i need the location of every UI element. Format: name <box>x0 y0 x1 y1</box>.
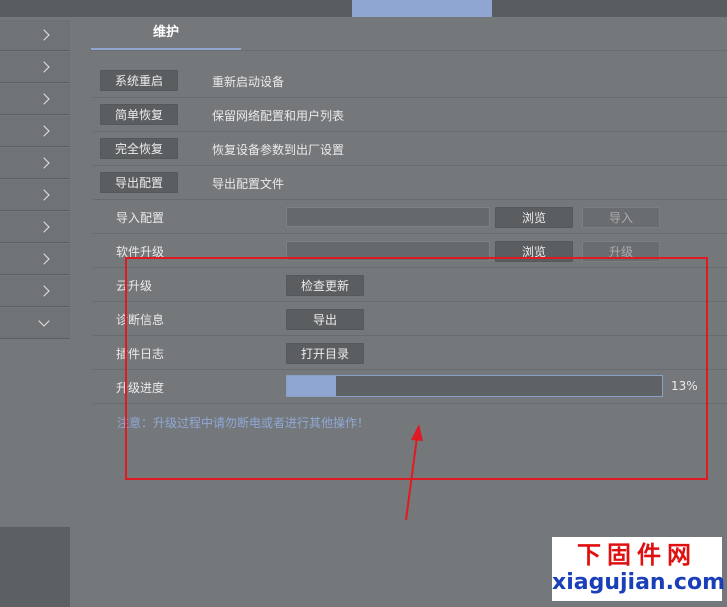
chevron-right-icon <box>38 93 50 105</box>
sidebar <box>0 17 70 607</box>
reboot-row: 系统重启 重新启动设备 <box>93 64 727 98</box>
reboot-button[interactable]: 系统重启 <box>100 70 178 91</box>
import-config-label: 导入配置 <box>116 211 165 225</box>
import-button[interactable]: 导入 <box>582 207 660 228</box>
firmware-browse-button[interactable]: 浏览 <box>495 241 573 262</box>
chevron-down-icon <box>38 315 50 327</box>
chevron-right-icon <box>38 221 50 233</box>
simple-restore-row: 简单恢复 保留网络配置和用户列表 <box>93 98 727 132</box>
chevron-right-icon <box>38 157 50 169</box>
cloud-upgrade-label: 云升级 <box>116 279 153 293</box>
upgrade-progress-label: 升级进度 <box>116 381 165 395</box>
export-diagnostics-button[interactable]: 导出 <box>286 309 364 330</box>
tab-divider <box>91 50 727 51</box>
firmware-upgrade-label: 软件升级 <box>116 245 165 259</box>
chevron-right-icon <box>38 189 50 201</box>
chevron-right-icon <box>38 253 50 265</box>
sidebar-item[interactable] <box>0 244 70 275</box>
chevron-right-icon <box>38 61 50 73</box>
sidebar-item[interactable] <box>0 212 70 243</box>
simple-restore-button[interactable]: 简单恢复 <box>100 104 178 125</box>
firmware-upgrade-row: 软件升级 浏览 升级 <box>93 234 727 268</box>
export-config-button[interactable]: 导出配置 <box>100 172 178 193</box>
open-directory-button[interactable]: 打开目录 <box>286 343 364 364</box>
firmware-file-field[interactable] <box>286 241 490 261</box>
full-restore-button[interactable]: 完全恢复 <box>100 138 178 159</box>
upgrade-progress-fill <box>287 376 336 396</box>
chevron-right-icon <box>38 29 50 41</box>
diagnostics-label: 诊断信息 <box>116 313 165 327</box>
export-config-desc: 导出配置文件 <box>212 177 285 191</box>
import-config-row: 导入配置 浏览 导入 <box>93 200 727 234</box>
tab-maintenance[interactable]: 维护 <box>91 17 241 50</box>
chevron-right-icon <box>38 125 50 137</box>
sidebar-item-expanded[interactable] <box>0 308 70 339</box>
plugin-log-row: 插件日志 打开目录 <box>93 336 727 370</box>
import-config-file-field[interactable] <box>286 207 490 227</box>
watermark-url-text: xiagujian.com <box>552 570 726 595</box>
sidebar-footer <box>0 527 70 607</box>
check-update-button[interactable]: 检查更新 <box>286 275 364 296</box>
export-config-row: 导出配置 导出配置文件 <box>93 166 727 200</box>
full-restore-desc: 恢复设备参数到出厂设置 <box>212 143 345 157</box>
upgrade-warning-notice: 注意：升级过程中请勿断电或者进行其他操作！ <box>117 416 370 430</box>
sidebar-item[interactable] <box>0 84 70 115</box>
sidebar-item[interactable] <box>0 148 70 179</box>
upgrade-progress-bar <box>286 375 663 397</box>
watermark-cn-text: 下固件网 <box>577 540 697 569</box>
cloud-upgrade-row: 云升级 检查更新 <box>93 268 727 302</box>
chevron-right-icon <box>38 285 50 297</box>
simple-restore-desc: 保留网络配置和用户列表 <box>212 109 345 123</box>
main-panel: 维护 系统重启 重新启动设备 简单恢复 保留网络配置和用户列表 完全恢复 恢复设… <box>70 17 727 607</box>
plugin-log-label: 插件日志 <box>116 347 165 361</box>
top-tab-1[interactable] <box>95 0 205 17</box>
top-tab-active[interactable] <box>352 0 492 17</box>
reboot-desc: 重新启动设备 <box>212 75 285 89</box>
top-nav-bar <box>0 0 727 17</box>
sidebar-item[interactable] <box>0 20 70 51</box>
top-tab-2[interactable] <box>225 0 335 17</box>
sidebar-item[interactable] <box>0 116 70 147</box>
upgrade-progress-row: 升级进度 13% <box>93 370 727 404</box>
diagnostics-row: 诊断信息 导出 <box>93 302 727 336</box>
sidebar-item[interactable] <box>0 180 70 211</box>
watermark: 下固件网 xiagujian.com <box>552 537 726 601</box>
sidebar-item[interactable] <box>0 52 70 83</box>
sidebar-item[interactable] <box>0 276 70 307</box>
upgrade-button[interactable]: 升级 <box>582 241 660 262</box>
full-restore-row: 完全恢复 恢复设备参数到出厂设置 <box>93 132 727 166</box>
upgrade-progress-percent: 13% <box>671 379 698 393</box>
import-browse-button[interactable]: 浏览 <box>495 207 573 228</box>
